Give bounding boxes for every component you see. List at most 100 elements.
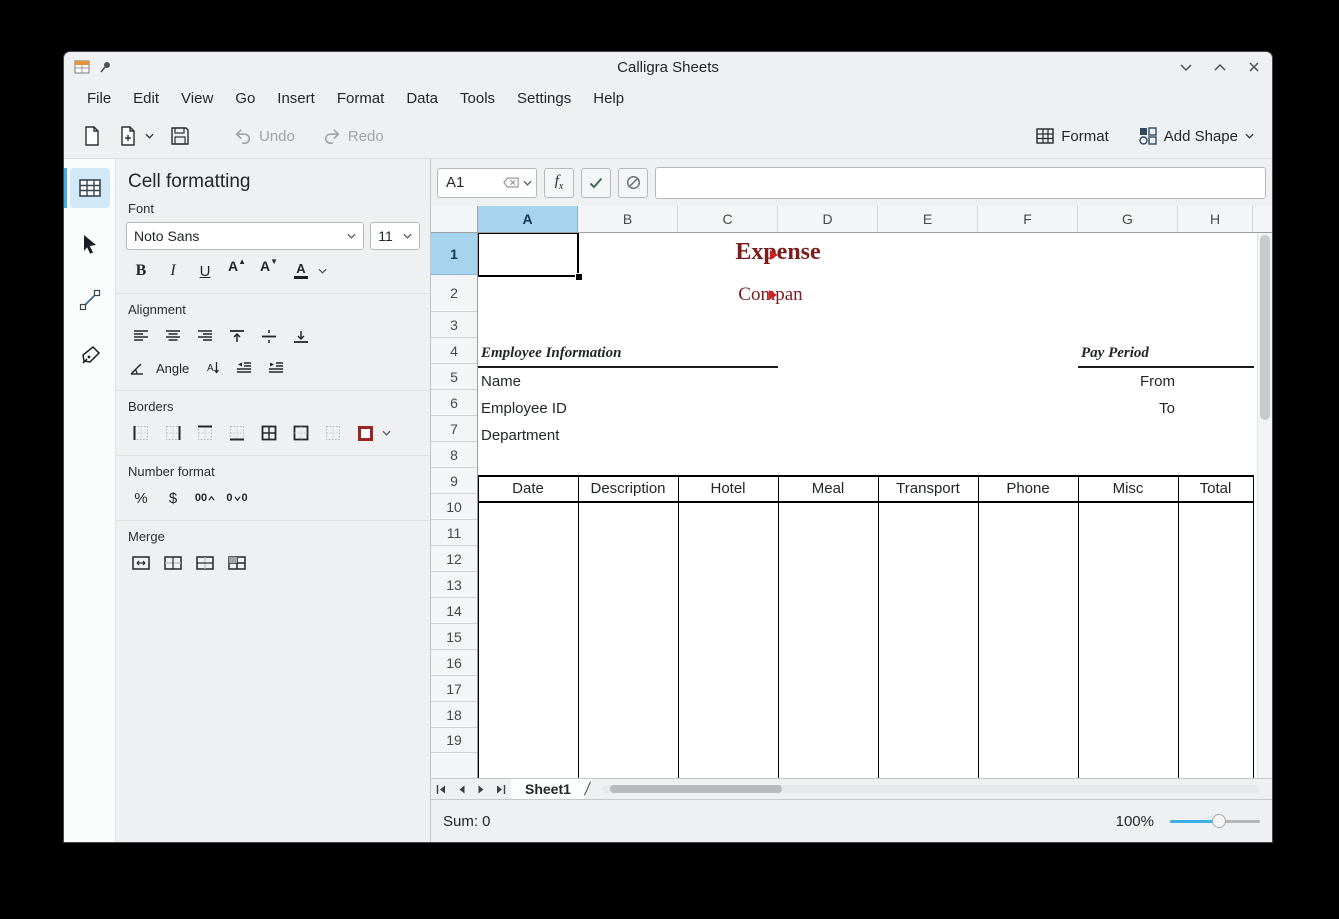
menu-settings[interactable]: Settings: [506, 85, 582, 112]
row-header-2[interactable]: 2: [431, 275, 477, 312]
undo-button[interactable]: Undo: [228, 122, 301, 150]
row-header-7[interactable]: 7: [431, 416, 477, 442]
merge-vertical-button[interactable]: [190, 550, 220, 576]
row-header-1[interactable]: 1: [431, 233, 477, 275]
italic-button[interactable]: I: [158, 258, 188, 284]
cell-grid[interactable]: Expense Compan Employee Information Pay …: [478, 233, 1257, 778]
vertical-scrollbar-thumb[interactable]: [1260, 235, 1270, 420]
formula-input[interactable]: [655, 167, 1266, 199]
zoom-slider[interactable]: [1170, 813, 1260, 829]
border-color-button[interactable]: [350, 420, 380, 446]
horizontal-scrollbar[interactable]: [602, 785, 1260, 793]
row-header-6[interactable]: 6: [431, 390, 477, 416]
menu-data[interactable]: Data: [395, 85, 449, 112]
menu-go[interactable]: Go: [224, 85, 266, 112]
align-center-button[interactable]: [158, 323, 188, 349]
row-header-15[interactable]: 15: [431, 624, 477, 650]
decrease-indent-button[interactable]: [229, 355, 259, 381]
column-header-B[interactable]: B: [578, 206, 678, 232]
decrease-precision-button[interactable]: 00: [222, 485, 252, 511]
border-all-button[interactable]: [254, 420, 284, 446]
unmerge-cells-button[interactable]: [222, 550, 252, 576]
increase-precision-button[interactable]: 00: [190, 485, 220, 511]
close-window-icon[interactable]: [1246, 59, 1262, 75]
align-middle-button[interactable]: [254, 323, 284, 349]
open-document-button[interactable]: [112, 121, 160, 151]
column-header-F[interactable]: F: [978, 206, 1078, 232]
border-top-button[interactable]: [190, 420, 220, 446]
function-button[interactable]: fx: [544, 168, 574, 198]
add-shape-button[interactable]: Add Shape: [1133, 122, 1260, 150]
cell-reference-box[interactable]: A1: [437, 168, 537, 198]
zoom-slider-knob[interactable]: [1212, 814, 1226, 828]
redo-button[interactable]: Redo: [317, 122, 390, 150]
horizontal-scrollbar-thumb[interactable]: [610, 785, 782, 793]
row-header-19[interactable]: 19: [431, 728, 477, 753]
next-sheet-button[interactable]: [471, 779, 491, 799]
title-bar[interactable]: Calligra Sheets: [64, 52, 1272, 82]
increase-indent-button[interactable]: [261, 355, 291, 381]
border-left-button[interactable]: [126, 420, 156, 446]
menu-help[interactable]: Help: [582, 85, 635, 112]
cell-tool-button[interactable]: [70, 168, 110, 208]
column-header-C[interactable]: C: [678, 206, 778, 232]
merge-cells-button[interactable]: [126, 550, 156, 576]
menu-format[interactable]: Format: [326, 85, 396, 112]
previous-sheet-button[interactable]: [451, 779, 471, 799]
last-sheet-button[interactable]: [491, 779, 511, 799]
row-header-5[interactable]: 5: [431, 364, 477, 390]
accept-button[interactable]: [581, 168, 611, 198]
text-color-button[interactable]: A: [286, 258, 316, 284]
align-top-button[interactable]: [222, 323, 252, 349]
border-bottom-button[interactable]: [222, 420, 252, 446]
column-header-D[interactable]: D: [778, 206, 878, 232]
column-header-A[interactable]: A: [478, 206, 578, 232]
row-header-12[interactable]: 12: [431, 546, 477, 572]
align-bottom-button[interactable]: [286, 323, 316, 349]
menu-insert[interactable]: Insert: [266, 85, 326, 112]
vertical-scrollbar[interactable]: [1257, 233, 1272, 778]
align-left-button[interactable]: [126, 323, 156, 349]
font-size-select[interactable]: 11: [370, 222, 420, 250]
row-header-10[interactable]: 10: [431, 494, 477, 520]
border-right-button[interactable]: [158, 420, 188, 446]
row-header-3[interactable]: 3: [431, 312, 477, 338]
shrink-font-button[interactable]: A▼: [254, 258, 284, 284]
grow-font-button[interactable]: A▲: [222, 258, 252, 284]
menu-view[interactable]: View: [170, 85, 224, 112]
menu-file[interactable]: File: [76, 85, 122, 112]
menu-tools[interactable]: Tools: [449, 85, 506, 112]
shade-window-icon[interactable]: [1178, 59, 1194, 75]
row-header-14[interactable]: 14: [431, 598, 477, 624]
row-header-9[interactable]: 9: [431, 468, 477, 494]
row-header-16[interactable]: 16: [431, 650, 477, 676]
format-button[interactable]: Format: [1030, 122, 1115, 150]
row-header-11[interactable]: 11: [431, 520, 477, 546]
fill-handle[interactable]: [575, 273, 583, 281]
row-header-4[interactable]: 4: [431, 338, 477, 364]
save-button[interactable]: [164, 121, 196, 151]
column-header-H[interactable]: H: [1178, 206, 1253, 232]
select-all-corner[interactable]: [431, 206, 478, 232]
calligraphy-tool-button[interactable]: [70, 336, 110, 376]
align-right-button[interactable]: [190, 323, 220, 349]
menu-edit[interactable]: Edit: [122, 85, 170, 112]
merge-horizontal-button[interactable]: [158, 550, 188, 576]
column-header-E[interactable]: E: [878, 206, 978, 232]
percent-format-button[interactable]: %: [126, 485, 156, 511]
currency-format-button[interactable]: $: [158, 485, 188, 511]
font-family-select[interactable]: Noto Sans: [126, 222, 364, 250]
vertical-text-button[interactable]: A: [197, 355, 227, 381]
selection-tool-button[interactable]: [70, 224, 110, 264]
underline-button[interactable]: U: [190, 258, 220, 284]
angle-button[interactable]: [126, 355, 148, 381]
row-header-17[interactable]: 17: [431, 676, 477, 702]
row-header-8[interactable]: 8: [431, 442, 477, 468]
sheet-tab[interactable]: Sheet1: [511, 779, 593, 799]
first-sheet-button[interactable]: [431, 779, 451, 799]
border-outline-button[interactable]: [286, 420, 316, 446]
new-document-button[interactable]: [76, 121, 108, 151]
border-none-button[interactable]: [318, 420, 348, 446]
connector-tool-button[interactable]: [70, 280, 110, 320]
row-header-18[interactable]: 18: [431, 702, 477, 728]
